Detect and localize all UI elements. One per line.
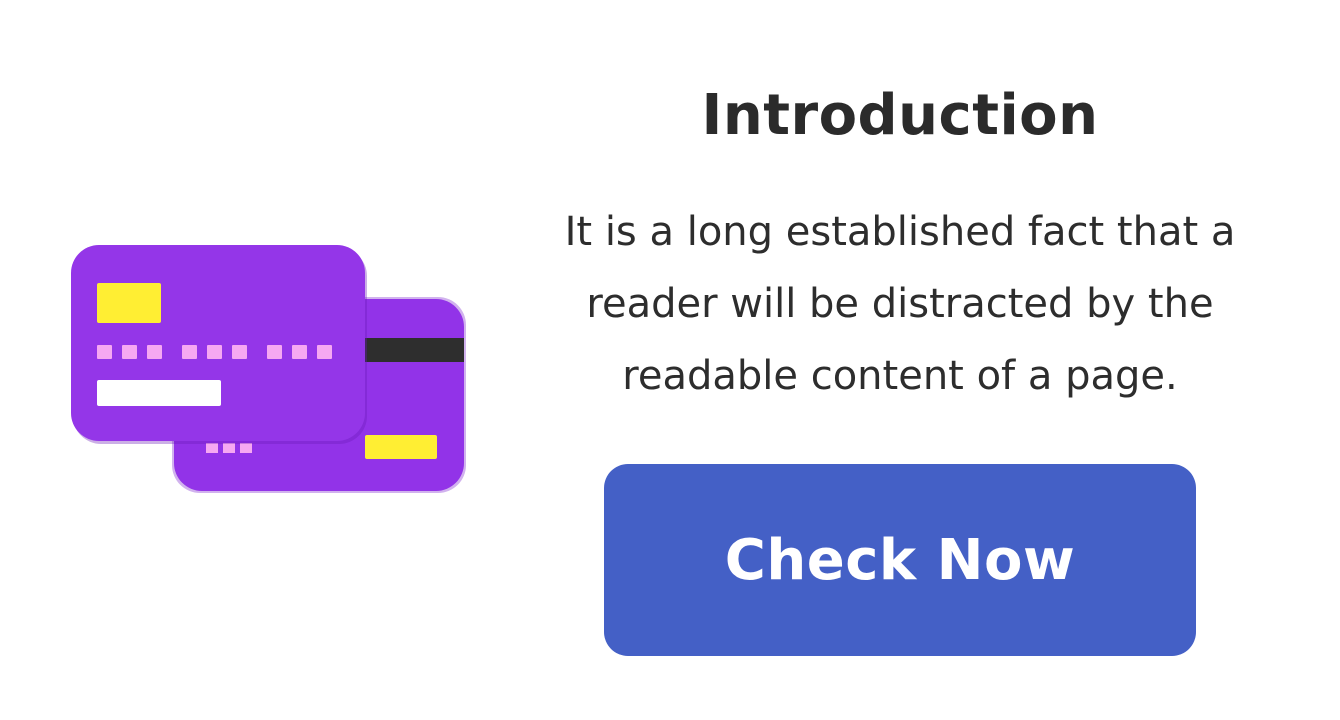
- credit-cards-graphic: [71, 245, 466, 493]
- intro-section: Introduction It is a long established fa…: [510, 80, 1290, 656]
- back-card-chip: [365, 435, 437, 459]
- credit-cards-icon: [60, 235, 480, 505]
- cardholder-name-bar: [97, 380, 221, 406]
- card-number-digits: [97, 345, 332, 359]
- page-title: Introduction: [701, 83, 1099, 148]
- intro-description: It is a long established fact that a rea…: [564, 209, 1236, 399]
- check-now-button[interactable]: Check Now: [604, 464, 1196, 656]
- front-card: [71, 245, 367, 444]
- card-chip: [97, 283, 161, 323]
